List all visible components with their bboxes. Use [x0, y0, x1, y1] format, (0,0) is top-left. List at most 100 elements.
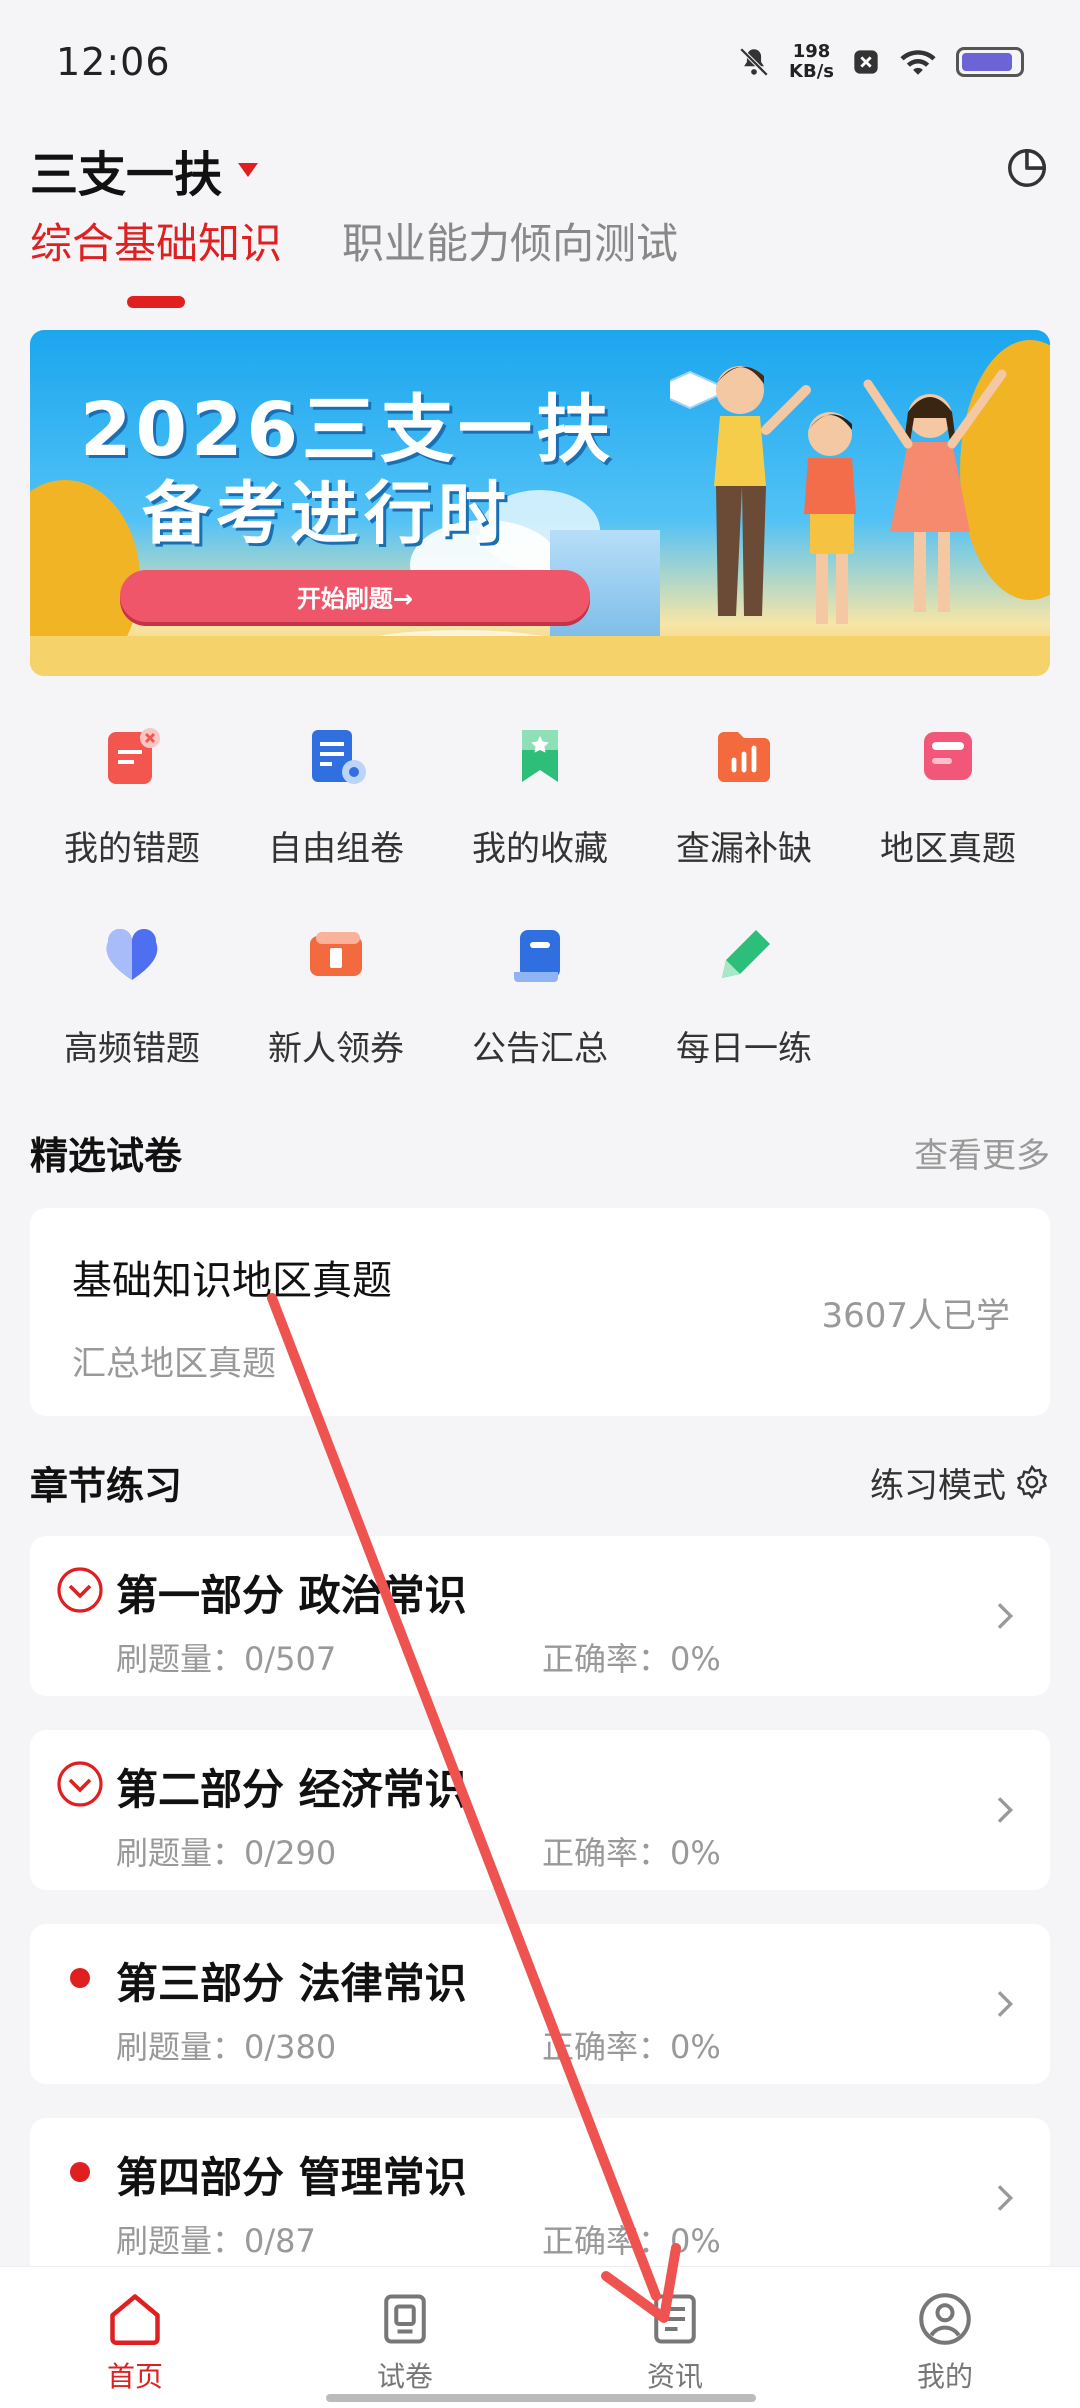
news-icon: [654, 2294, 696, 2344]
wrong-questions-icon: [96, 720, 168, 791]
caret-down-icon: [238, 163, 259, 177]
chapter-card-management[interactable]: 第四部分 管理常识 刷题量：0/87 正确率：0%: [30, 2118, 1050, 2278]
quick-action-label: 我的收藏: [472, 829, 608, 869]
paper-icon: [384, 2294, 426, 2344]
chapter-count: 刷题量：0/507: [116, 1640, 337, 1678]
custom-paper-icon: [300, 720, 372, 791]
quick-action-frequent-errors[interactable]: 高频错题: [30, 910, 234, 1070]
wifi-icon: [898, 46, 938, 78]
chapter-title: 第三部分 法律常识: [116, 1959, 467, 2008]
chapter-count: 刷题量：0/380: [116, 2028, 337, 2066]
chevron-right-icon: [997, 1991, 1014, 2017]
net-speed: 198 KB/s: [789, 42, 834, 82]
nav-news[interactable]: 资讯: [575, 2267, 775, 2408]
banner-subheadline: 备考进行时: [142, 475, 513, 554]
view-more-link[interactable]: 查看更多: [914, 1128, 1050, 1177]
quick-action-label: 公告汇总: [472, 1029, 608, 1069]
chapter-count: 刷题量：0/87: [116, 2222, 316, 2260]
quick-action-coupon[interactable]: 新人领券: [234, 910, 438, 1070]
banner-start-button[interactable]: 开始刷题→: [120, 570, 590, 622]
folder-chart-icon: [708, 720, 780, 791]
pencil-icon: [708, 920, 780, 991]
chapter-title: 第二部分 经济常识: [116, 1765, 467, 1814]
nav-label: 我的: [916, 2360, 973, 2393]
nav-label: 首页: [106, 2360, 163, 2393]
chapter-section-header: 章节练习 练习模式: [30, 1452, 1050, 1512]
red-dot-icon: [70, 2162, 90, 2182]
chapter-count: 刷题量：0/290: [116, 1834, 337, 1872]
red-dot-icon: [70, 1968, 90, 1988]
featured-paper-learner-count: 3607人已学: [821, 1296, 1010, 1336]
chevron-right-icon: [997, 1797, 1014, 1823]
nav-label: 试卷: [376, 2360, 433, 2393]
chapter-accuracy: 正确率：0%: [542, 1834, 721, 1872]
nav-profile[interactable]: 我的: [845, 2267, 1045, 2408]
featured-section-title: 精选试卷: [30, 1133, 183, 1178]
net-speed-unit: KB/s: [789, 61, 834, 82]
quick-action-label: 我的错题: [64, 829, 200, 869]
quick-action-wrong-questions[interactable]: 我的错题: [30, 710, 234, 870]
expand-circle-icon[interactable]: [56, 1760, 104, 1808]
page-title: 三支一扶: [30, 147, 223, 203]
chapter-dot-marker: [56, 2148, 104, 2196]
home-indicator: [326, 2394, 756, 2402]
quick-action-label: 高频错题: [64, 1029, 200, 1069]
chapter-card-politics[interactable]: 第一部分 政治常识 刷题量：0/507 正确率：0%: [30, 1536, 1050, 1696]
quick-actions-grid: 我的错题 自由组卷 我的收藏 查漏补缺 地区真题 高频错题 新人领券 公告汇总 …: [30, 710, 1050, 1070]
practice-mode-button[interactable]: 练习模式: [870, 1458, 1050, 1507]
featured-paper-card[interactable]: 基础知识地区真题 汇总地区真题 3607人已学: [30, 1208, 1050, 1416]
quick-action-notices[interactable]: 公告汇总: [438, 910, 642, 1070]
nav-papers[interactable]: 试卷: [305, 2267, 505, 2408]
close-badge-icon: [852, 48, 880, 76]
quick-action-label: 地区真题: [880, 829, 1016, 869]
heart-icon: [96, 920, 168, 991]
net-speed-value: 198: [792, 41, 831, 62]
chapter-accuracy: 正确率：0%: [542, 1640, 721, 1678]
chevron-right-icon: [997, 1603, 1014, 1629]
featured-paper-subtitle: 汇总地区真题: [72, 1344, 276, 1384]
quick-action-label: 每日一练: [676, 1029, 812, 1069]
quick-action-daily-practice[interactable]: 每日一练: [642, 910, 846, 1070]
chapter-card-economics[interactable]: 第二部分 经济常识 刷题量：0/290 正确率：0%: [30, 1730, 1050, 1890]
tab-basic-knowledge[interactable]: 综合基础知识: [30, 210, 282, 280]
app-header: 三支一扶: [0, 124, 1080, 216]
mute-icon: [737, 45, 771, 79]
profile-icon: [919, 2293, 971, 2345]
chapter-card-law[interactable]: 第三部分 法律常识 刷题量：0/380 正确率：0%: [30, 1924, 1050, 2084]
quick-action-fill-gaps[interactable]: 查漏补缺: [642, 710, 846, 870]
exam-selector[interactable]: 三支一扶: [30, 135, 259, 205]
chapter-title: 第四部分 管理常识: [116, 2153, 467, 2202]
pie-chart-icon[interactable]: [1004, 145, 1050, 195]
nav-home[interactable]: 首页: [35, 2267, 235, 2408]
quick-action-region-exams[interactable]: 地区真题: [846, 710, 1050, 870]
bookmark-icon: [504, 720, 576, 791]
promo-banner[interactable]: 2026三支一扶 备考进行时 开始刷题→: [30, 330, 1050, 676]
featured-section-header: 精选试卷 查看更多: [30, 1122, 1050, 1182]
region-exam-icon: [912, 720, 984, 791]
home-icon: [110, 2294, 160, 2345]
chapter-accuracy: 正确率：0%: [542, 2028, 721, 2066]
chevron-right-icon: [997, 2185, 1014, 2211]
subject-tabs: 综合基础知识 职业能力倾向测试: [30, 210, 678, 306]
chapter-title: 第一部分 政治常识: [116, 1571, 467, 1620]
battery-icon: [956, 47, 1024, 77]
status-icons: 198 KB/s: [737, 42, 1024, 82]
banner-students-illustration: [670, 366, 1007, 624]
chapter-section-title: 章节练习: [30, 1463, 183, 1508]
bottom-navigation: 首页 试卷 资讯 我的: [0, 2266, 1080, 2408]
quick-action-label: 新人领券: [268, 1029, 404, 1069]
quick-action-label: 自由组卷: [268, 829, 404, 869]
practice-mode-label: 练习模式: [870, 1465, 1006, 1506]
chapter-dot-marker: [56, 1954, 104, 2002]
status-time: 12:06: [56, 40, 171, 84]
battery-level: [962, 53, 1013, 71]
tab-aptitude-test[interactable]: 职业能力倾向测试: [342, 210, 678, 280]
expand-circle-icon[interactable]: [56, 1566, 104, 1614]
chapter-accuracy: 正确率：0%: [542, 2222, 721, 2260]
quick-action-label: 查漏补缺: [676, 829, 812, 869]
notice-icon: [504, 920, 576, 991]
quick-action-favorites[interactable]: 我的收藏: [438, 710, 642, 870]
gear-icon: [1016, 1464, 1048, 1500]
nav-label: 资讯: [646, 2360, 703, 2393]
quick-action-custom-paper[interactable]: 自由组卷: [234, 710, 438, 870]
